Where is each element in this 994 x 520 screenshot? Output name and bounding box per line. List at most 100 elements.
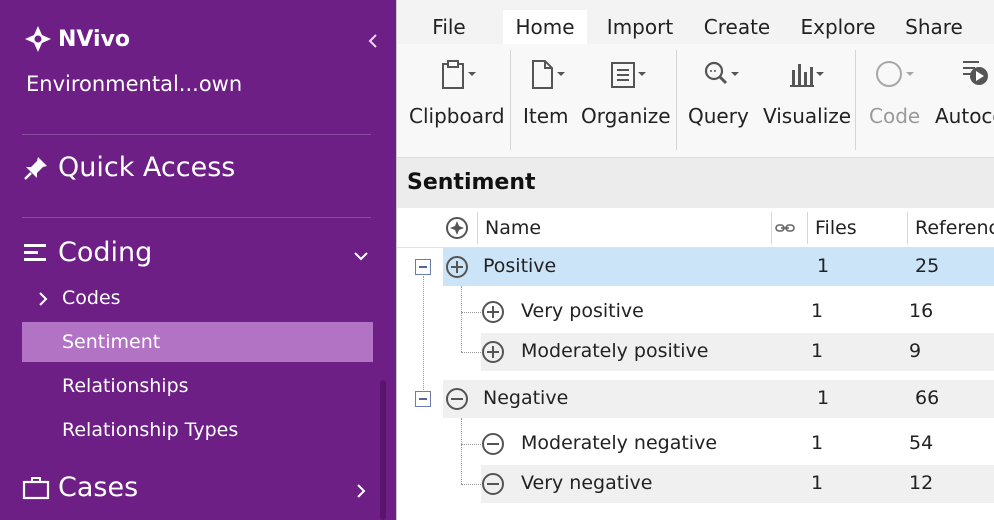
collapse-sidebar-icon[interactable] xyxy=(364,30,382,52)
cases-label: Cases xyxy=(58,472,139,503)
clipboard-icon xyxy=(442,60,476,89)
bar-chart-icon xyxy=(790,64,824,87)
row-references: 54 xyxy=(909,432,934,454)
code-circle-icon xyxy=(876,61,914,87)
organize-label: Organize xyxy=(581,104,671,128)
row-name: Negative xyxy=(483,387,569,409)
column-header-references[interactable]: Referenc xyxy=(915,217,994,239)
row-files: 1 xyxy=(811,472,824,494)
briefcase-icon xyxy=(22,476,50,499)
tab-share[interactable]: Share xyxy=(899,10,969,44)
cases-section[interactable]: Cases xyxy=(22,472,138,503)
chevron-right-icon[interactable] xyxy=(352,482,370,500)
code-type-icon[interactable] xyxy=(445,216,469,240)
column-separator xyxy=(771,212,772,244)
sidebar-divider xyxy=(22,217,371,218)
tab-import[interactable]: Import xyxy=(599,10,681,44)
navigation-sidebar: NVivo Environmental...own Quick Access C… xyxy=(0,0,396,520)
chevron-right-icon[interactable] xyxy=(36,290,50,308)
ribbon-separator xyxy=(510,50,511,150)
tree-guide xyxy=(461,444,483,445)
column-separator xyxy=(477,212,478,244)
coding-label: Coding xyxy=(58,237,153,268)
collapse-node-icon[interactable] xyxy=(415,391,431,407)
minus-circle-icon xyxy=(482,433,504,455)
ribbon-separator xyxy=(855,50,856,150)
main-panel: File Home Import Create Explore Share Cl… xyxy=(396,0,994,520)
plus-circle-icon xyxy=(482,341,504,363)
nvivo-logo-icon xyxy=(25,26,51,52)
plus-circle-icon xyxy=(482,301,504,323)
column-separator xyxy=(807,212,808,244)
ribbon-toolbar: Clipboard Item Organize Query Visualize … xyxy=(397,44,994,158)
table-row[interactable]: Moderately negative 1 54 xyxy=(481,425,994,463)
column-separator xyxy=(907,212,908,244)
table-row[interactable]: Negative 1 66 xyxy=(443,380,994,418)
tree-guide xyxy=(461,312,483,313)
link-icon[interactable] xyxy=(775,220,795,236)
row-name: Very negative xyxy=(521,472,653,494)
pin-icon xyxy=(24,156,47,180)
column-header-name[interactable]: Name xyxy=(485,217,541,239)
coding-section[interactable]: Coding xyxy=(22,237,152,268)
tree-guide xyxy=(461,418,462,484)
tree-guide xyxy=(461,352,483,353)
item-label: Item xyxy=(523,104,569,128)
tree-guide xyxy=(461,286,462,352)
table-row[interactable]: Positive 1 25 xyxy=(443,248,994,286)
app-name: NVivo xyxy=(58,26,131,52)
visualize-button[interactable]: Visualize xyxy=(763,56,873,146)
table-row[interactable]: Very negative 1 12 xyxy=(481,465,994,503)
minus-circle-icon xyxy=(482,473,504,495)
visualize-label: Visualize xyxy=(763,104,852,128)
minus-circle-icon xyxy=(446,388,468,410)
row-references: 66 xyxy=(915,387,940,409)
sidebar-item-codes[interactable]: Codes xyxy=(62,287,121,309)
autocode-label: Autoco xyxy=(935,104,994,128)
organize-button[interactable]: Organize xyxy=(581,56,691,146)
autocode-button[interactable]: Autoco xyxy=(935,56,994,146)
row-files: 1 xyxy=(817,387,830,409)
organize-icon xyxy=(611,62,646,88)
table-row[interactable]: Moderately positive 1 9 xyxy=(481,333,994,371)
column-header-files[interactable]: Files xyxy=(815,217,857,239)
sidebar-item-relationship-types[interactable]: Relationship Types xyxy=(62,419,238,441)
ribbon-tabs: File Home Import Create Explore Share xyxy=(397,10,994,44)
document-icon xyxy=(532,60,565,89)
sidebar-item-relationships[interactable]: Relationships xyxy=(62,375,189,397)
tree-guide xyxy=(423,276,424,404)
list-header-bar: Sentiment xyxy=(397,158,994,208)
tab-explore[interactable]: Explore xyxy=(793,10,883,44)
query-label: Query xyxy=(688,104,749,128)
row-files: 1 xyxy=(811,340,824,362)
clipboard-label: Clipboard xyxy=(409,104,505,128)
table-row[interactable]: Very positive 1 16 xyxy=(481,293,994,331)
clipboard-button[interactable]: Clipboard xyxy=(409,56,519,146)
code-label: Code xyxy=(869,104,921,128)
tab-file[interactable]: File xyxy=(415,10,483,44)
row-name: Moderately negative xyxy=(521,432,718,454)
tree-guide xyxy=(461,484,483,485)
sidebar-divider xyxy=(22,134,371,135)
row-references: 12 xyxy=(909,472,934,494)
row-name: Positive xyxy=(483,255,557,277)
sidebar-item-sentiment[interactable]: Sentiment xyxy=(62,331,160,353)
coding-list-icon xyxy=(24,243,46,261)
sidebar-scrollbar[interactable] xyxy=(380,380,386,520)
autocode-icon xyxy=(963,61,988,85)
magnifier-icon xyxy=(704,61,739,85)
row-references: 16 xyxy=(909,300,934,322)
project-name[interactable]: Environmental...own xyxy=(26,72,242,96)
codes-table: Name Files Referenc Positive 1 25 Very p… xyxy=(397,208,994,520)
collapse-node-icon[interactable] xyxy=(415,259,431,275)
row-files: 1 xyxy=(817,255,830,277)
quick-access-section[interactable]: Quick Access xyxy=(22,152,235,183)
row-name: Very positive xyxy=(521,300,644,322)
quick-access-label: Quick Access xyxy=(58,152,236,183)
chevron-down-icon[interactable] xyxy=(352,247,370,265)
list-title: Sentiment xyxy=(407,170,536,195)
row-files: 1 xyxy=(811,432,824,454)
tab-create[interactable]: Create xyxy=(697,10,777,44)
row-name: Moderately positive xyxy=(521,340,709,362)
tab-home[interactable]: Home xyxy=(503,10,587,44)
